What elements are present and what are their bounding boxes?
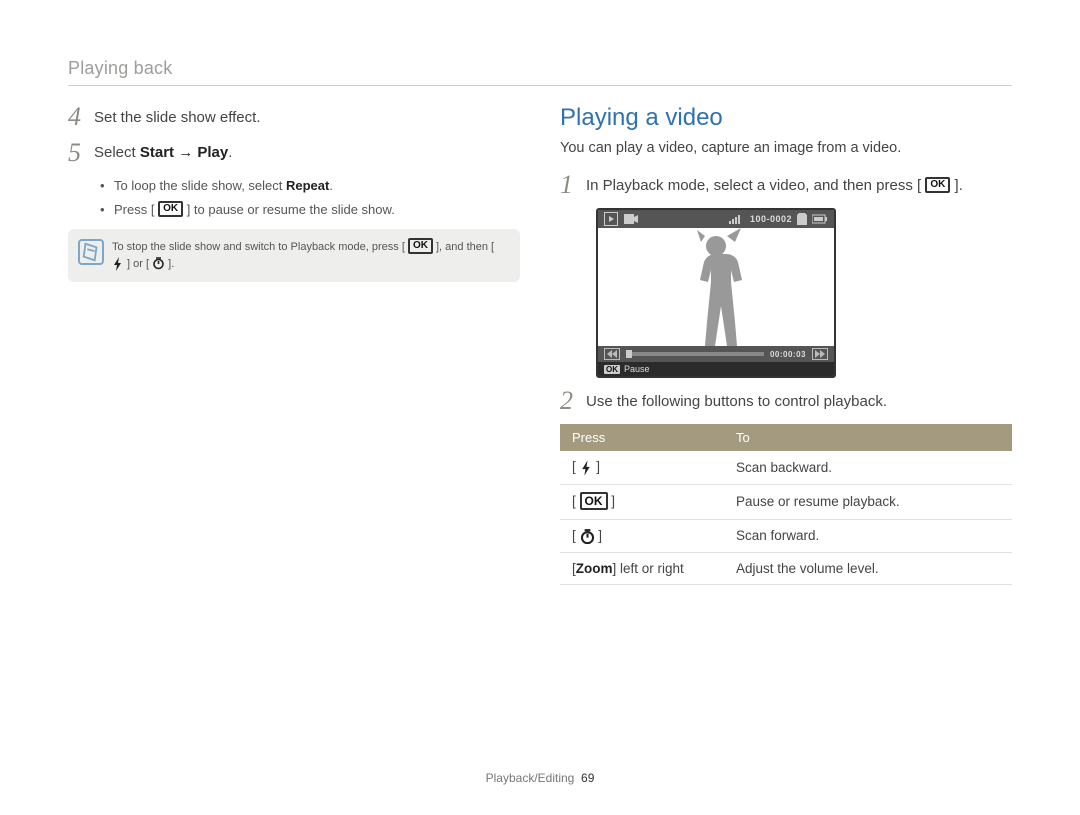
table-row: [ ] Scan forward.: [560, 519, 1012, 552]
step-text: Set the slide show effect.: [94, 104, 520, 130]
ok-icon: OK: [408, 238, 433, 254]
preview-body: [598, 228, 834, 346]
flash-icon: [580, 460, 593, 476]
step-text: Select Start → Play.: [94, 140, 520, 166]
to-cell: Scan forward.: [724, 519, 1012, 552]
press-cell: [ OK ]: [560, 484, 724, 519]
step-number: 1: [560, 172, 586, 198]
battery-icon: [812, 214, 828, 224]
file-number: 100-0002: [750, 214, 792, 224]
text-bold: Start → Play: [140, 144, 228, 161]
text-bold: Repeat: [286, 178, 329, 193]
press-cell: [ ]: [560, 519, 724, 552]
table-row: [ ] Scan backward.: [560, 451, 1012, 484]
section-title: Playing a video: [560, 104, 1012, 132]
step-text: Use the following buttons to control pla…: [586, 388, 1012, 414]
preview-controls: 00:00:03: [598, 346, 834, 362]
step-2: 2 Use the following buttons to control p…: [560, 388, 1012, 414]
step5-bullets: To loop the slide show, select Repeat. P…: [98, 176, 520, 219]
table-header: Press: [560, 424, 724, 451]
text: .: [228, 144, 232, 161]
flash-icon: [112, 257, 124, 271]
note-icon: [78, 239, 104, 265]
page-header: Playing back: [68, 58, 1012, 86]
card-icon: [797, 213, 807, 225]
step-5: 5 Select Start → Play.: [68, 140, 520, 166]
text: Press [: [114, 202, 158, 217]
hint-text: Pause: [624, 364, 650, 374]
page-number: 69: [581, 771, 594, 785]
table-header: To: [724, 424, 1012, 451]
preview-status-bar: 100-0002: [598, 210, 834, 228]
intro-text: You can play a video, capture an image f…: [560, 138, 1012, 158]
note-box: To stop the slide show and switch to Pla…: [68, 229, 520, 282]
progress-track: [626, 352, 764, 356]
rewind-icon: [604, 348, 620, 360]
text-bold: Zoom: [576, 561, 613, 576]
ok-icon: OK: [580, 492, 608, 510]
play-mode-icon: [604, 212, 618, 226]
video-preview: 100-0002 00:00:03: [596, 208, 836, 378]
bullet: To loop the slide show, select Repeat.: [98, 176, 520, 196]
ok-icon: OK: [925, 177, 950, 193]
timer-icon: [580, 529, 595, 544]
page-footer: Playback/Editing 69: [0, 771, 1080, 785]
text: To stop the slide show and switch to Pla…: [112, 241, 408, 253]
left-column: 4 Set the slide show effect. 5 Select St…: [68, 104, 520, 585]
step-number: 2: [560, 388, 586, 414]
to-cell: Adjust the volume level.: [724, 552, 1012, 584]
to-cell: Pause or resume playback.: [724, 484, 1012, 519]
text: ].: [165, 258, 174, 270]
ok-icon: OK: [158, 201, 183, 217]
ok-icon: OK: [604, 365, 620, 374]
text: ].: [950, 177, 963, 194]
table-row: [ OK ] Pause or resume playback.: [560, 484, 1012, 519]
text: ] to pause or resume the slide show.: [183, 202, 395, 217]
person-silhouette: [671, 228, 761, 346]
table-row: [Zoom] left or right Adjust the volume l…: [560, 552, 1012, 584]
step-1: 1 In Playback mode, select a video, and …: [560, 172, 1012, 198]
text: To loop the slide show, select: [114, 178, 286, 193]
to-cell: Scan backward.: [724, 451, 1012, 484]
step-number: 5: [68, 140, 94, 166]
bullet: Press [ OK ] to pause or resume the slid…: [98, 200, 520, 220]
video-icon: [624, 214, 638, 224]
text: .: [329, 178, 333, 193]
text: Select: [94, 144, 140, 161]
step-text: In Playback mode, select a video, and th…: [586, 172, 1012, 198]
time-code: 00:00:03: [770, 350, 806, 359]
step-number: 4: [68, 104, 94, 130]
footer-section: Playback/Editing: [486, 771, 575, 785]
press-cell: [Zoom] left or right: [560, 552, 724, 584]
controls-table: Press To [ ] Scan backward. [ OK ] Pause…: [560, 424, 1012, 584]
press-cell: [ ]: [560, 451, 724, 484]
step-4: 4 Set the slide show effect.: [68, 104, 520, 130]
text: ] or [: [124, 258, 152, 270]
table-header-row: Press To: [560, 424, 1012, 451]
text: ], and then [: [433, 241, 494, 253]
timer-icon: [152, 257, 165, 270]
text: In Playback mode, select a video, and th…: [586, 177, 925, 194]
right-column: Playing a video You can play a video, ca…: [560, 104, 1012, 585]
preview-hint: OK Pause: [598, 362, 834, 376]
forward-icon: [812, 348, 828, 360]
text: ] left or right: [613, 561, 684, 576]
signal-icon: [729, 214, 745, 224]
